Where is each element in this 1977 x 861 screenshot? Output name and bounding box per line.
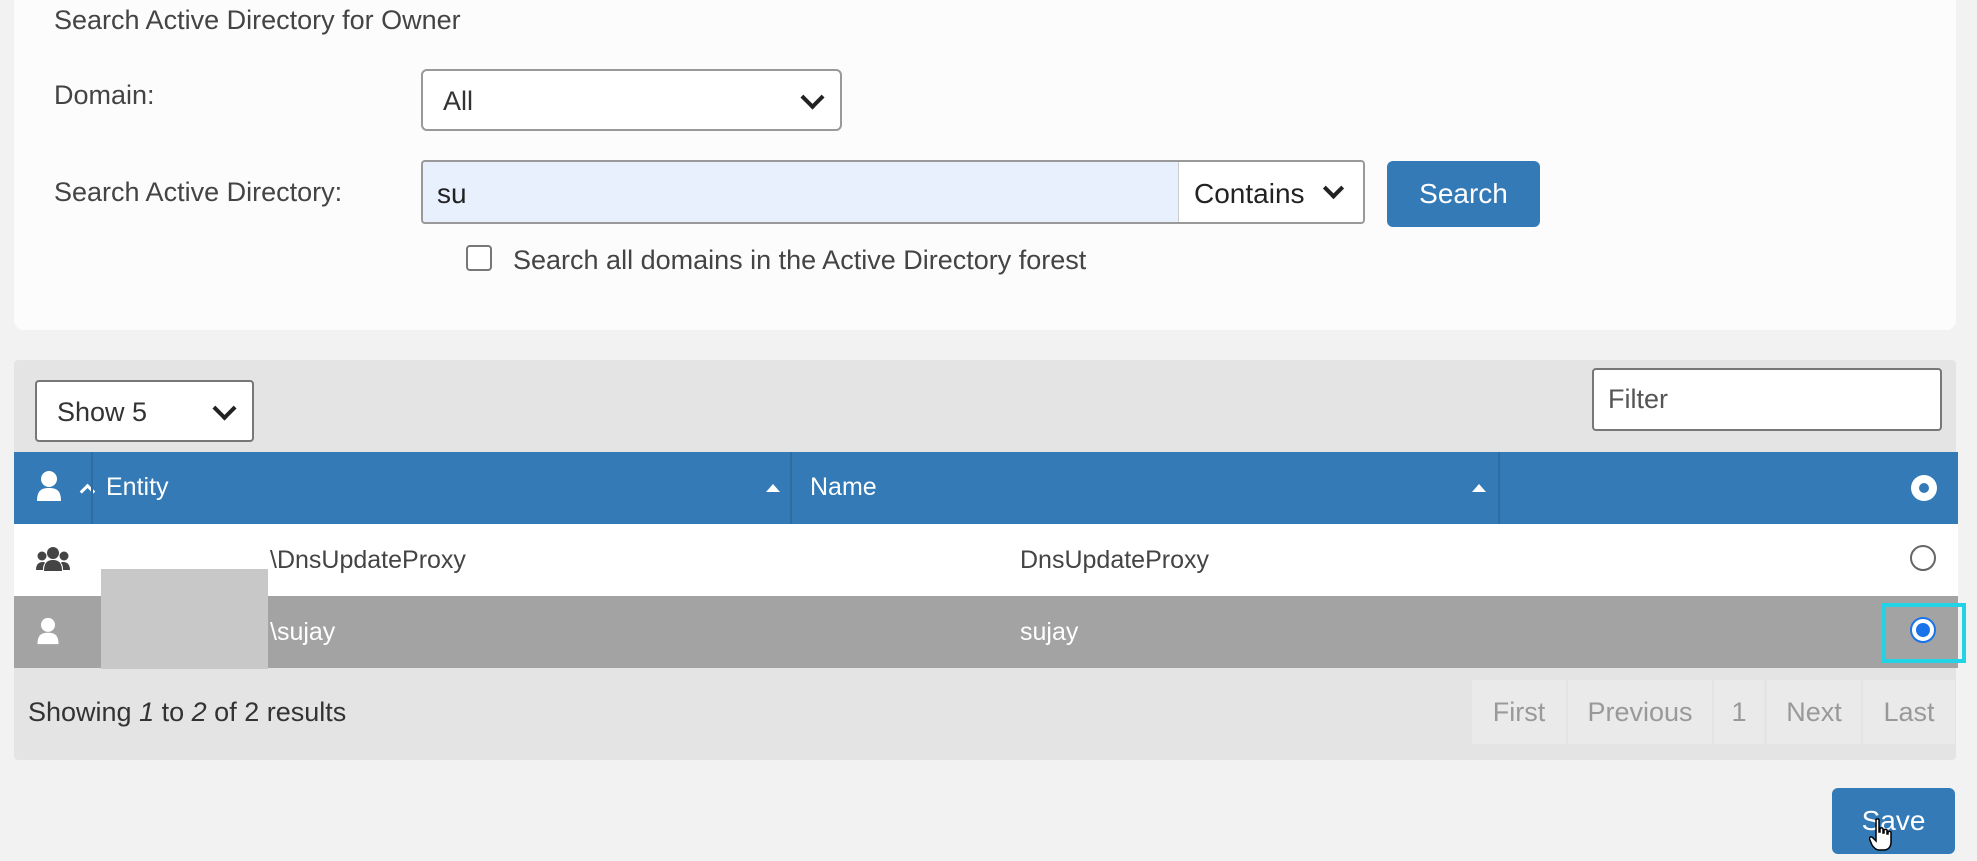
user-icon [37, 471, 61, 501]
page-size-select[interactable]: Show 5 [35, 380, 254, 442]
selection-highlight [1882, 603, 1966, 663]
hand-cursor-icon [1869, 818, 1892, 851]
pagination-last[interactable]: Last [1863, 680, 1955, 744]
group-icon [36, 547, 70, 571]
column-header-entity[interactable]: Entity [106, 473, 169, 502]
match-mode-value: Contains [1194, 178, 1305, 209]
pagination-next[interactable]: Next [1767, 680, 1861, 744]
sort-ascending-icon[interactable] [1472, 484, 1486, 492]
match-mode-select[interactable]: Contains [1178, 162, 1363, 222]
search-label: Search Active Directory: [54, 177, 343, 207]
save-button[interactable]: Save [1832, 788, 1955, 854]
redacted-domain [101, 569, 268, 669]
domain-select[interactable]: All [421, 69, 842, 131]
results-summary: Showing 1 to 2 of 2 results [28, 697, 347, 727]
chevron-down-icon [212, 396, 237, 421]
search-button[interactable]: Search [1387, 161, 1540, 227]
chevron-down-icon [1322, 177, 1345, 200]
chevron-down-icon [800, 85, 825, 110]
select-radio[interactable] [1910, 545, 1936, 571]
entity-cell: \DnsUpdateProxy [270, 546, 466, 574]
entity-cell: \sujay [270, 618, 336, 646]
pagination-previous[interactable]: Previous [1568, 680, 1712, 744]
table-row[interactable]: \sujay sujay [14, 596, 1958, 668]
pagination-page[interactable]: 1 [1714, 680, 1764, 744]
user-icon [37, 617, 59, 645]
table-row[interactable]: \DnsUpdateProxy DnsUpdateProxy [14, 524, 1958, 596]
name-cell: sujay [1020, 618, 1079, 646]
radio-column-icon [1911, 475, 1937, 501]
domain-label: Domain: [54, 80, 155, 110]
all-domains-label: Search all domains in the Active Directo… [513, 245, 1087, 275]
table-header: Entity Name [14, 452, 1958, 524]
pagination-first[interactable]: First [1472, 680, 1566, 744]
search-input-group: su Contains [421, 160, 1365, 224]
panel-title: Search Active Directory for Owner [54, 5, 461, 35]
domain-select-value: All [443, 86, 474, 116]
all-domains-checkbox[interactable] [466, 245, 492, 271]
sort-ascending-icon[interactable] [766, 484, 780, 492]
filter-input[interactable] [1592, 368, 1942, 431]
page-size-value: Show 5 [57, 397, 148, 427]
column-header-name[interactable]: Name [810, 473, 877, 502]
name-cell: DnsUpdateProxy [1020, 546, 1209, 574]
search-input[interactable]: su [437, 178, 467, 210]
